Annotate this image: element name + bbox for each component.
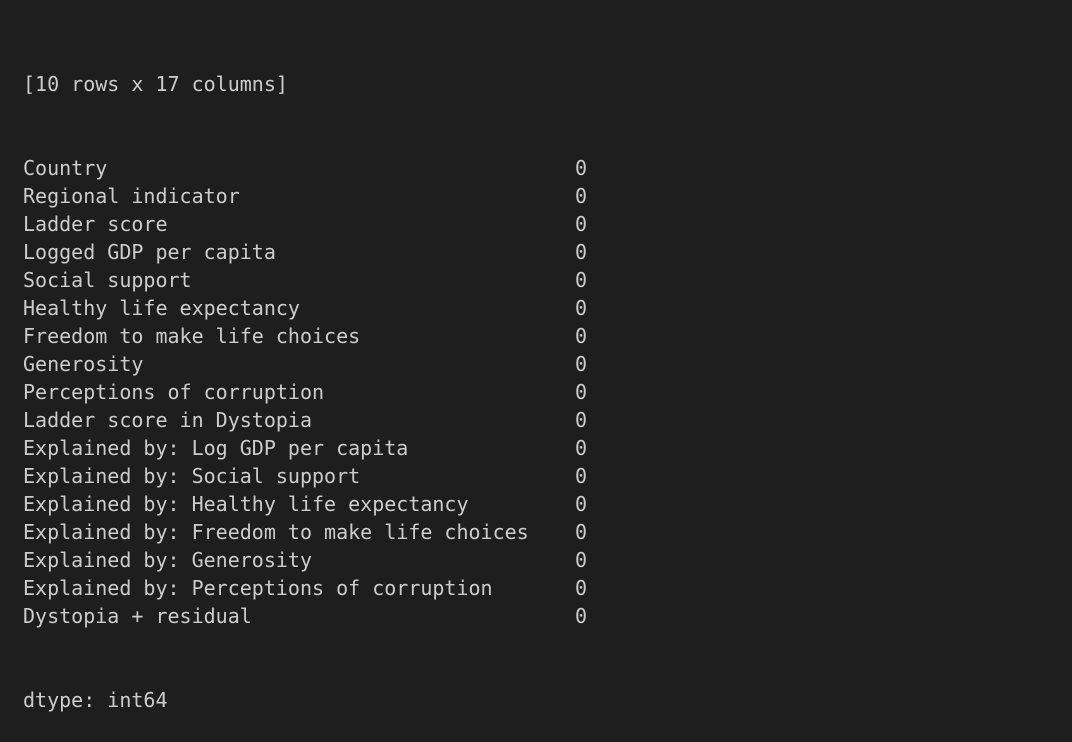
- column-name: Explained by: Generosity: [23, 548, 312, 572]
- null-count-value: 0: [575, 464, 588, 488]
- series-row: Explained by: Log GDP per capita 0: [23, 434, 599, 462]
- column-name: Healthy life expectancy: [23, 296, 300, 320]
- column-name: Regional indicator: [23, 184, 240, 208]
- column-name: Logged GDP per capita: [23, 240, 276, 264]
- null-count-value: 0: [575, 296, 588, 320]
- series-row: Ladder score in Dystopia 0: [23, 406, 599, 434]
- series-row: Generosity 0: [23, 350, 599, 378]
- column-name: Explained by: Healthy life expectancy: [23, 492, 469, 516]
- null-count-value: 0: [575, 520, 588, 544]
- series-row: Explained by: Perceptions of corruption 0: [23, 574, 599, 602]
- column-name: Country: [23, 156, 108, 180]
- column-name: Ladder score in Dystopia: [23, 408, 312, 432]
- column-name: Explained by: Freedom to make life choic…: [23, 520, 529, 544]
- null-count-value: 0: [575, 436, 588, 460]
- null-count-value: 0: [575, 212, 588, 236]
- null-count-value: 0: [575, 184, 588, 208]
- column-name: Perceptions of corruption: [23, 380, 325, 404]
- null-count-value: 0: [575, 268, 588, 292]
- column-name: Explained by: Log GDP per capita: [23, 436, 409, 460]
- null-count-value: 0: [575, 324, 588, 348]
- column-name: Explained by: Social support: [23, 464, 361, 488]
- null-count-series: Country 0 Regional indicator 0 Ladder score 0…: [23, 154, 599, 630]
- series-row: Healthy life expectancy 0: [23, 294, 599, 322]
- series-row: Social support 0: [23, 266, 599, 294]
- series-row: Explained by: Generosity 0: [23, 546, 599, 574]
- null-count-value: 0: [575, 156, 588, 180]
- column-name: Dystopia + residual: [23, 604, 252, 628]
- series-row: Freedom to make life choices 0: [23, 322, 599, 350]
- null-count-value: 0: [575, 604, 588, 628]
- series-row: Dystopia + residual 0: [23, 602, 599, 630]
- null-count-value: 0: [575, 352, 588, 376]
- column-name: Freedom to make life choices: [23, 324, 361, 348]
- series-row: Explained by: Freedom to make life choic…: [23, 518, 599, 546]
- series-row: Perceptions of corruption 0: [23, 378, 599, 406]
- series-row: Logged GDP per capita 0: [23, 238, 599, 266]
- column-name: Explained by: Perceptions of corruption: [23, 576, 493, 600]
- null-count-value: 0: [575, 408, 588, 432]
- column-name: Generosity: [23, 352, 144, 376]
- series-row: Regional indicator 0: [23, 182, 599, 210]
- null-count-value: 0: [575, 548, 588, 572]
- null-count-value: 0: [575, 576, 588, 600]
- null-count-value: 0: [575, 240, 588, 264]
- null-count-value: 0: [575, 380, 588, 404]
- shape-summary: [10 rows x 17 columns]: [23, 72, 288, 96]
- series-row: Explained by: Healthy life expectancy 0: [23, 490, 599, 518]
- console-output: [10 rows x 17 columns] Country 0 Regional …: [23, 14, 599, 742]
- series-row: Ladder score 0: [23, 210, 599, 238]
- column-name: Ladder score: [23, 212, 168, 236]
- series-row: Country 0: [23, 154, 599, 182]
- null-count-value: 0: [575, 492, 588, 516]
- column-name: Social support: [23, 268, 192, 292]
- dtype-line: dtype: int64: [23, 688, 168, 712]
- series-row: Explained by: Social support 0: [23, 462, 599, 490]
